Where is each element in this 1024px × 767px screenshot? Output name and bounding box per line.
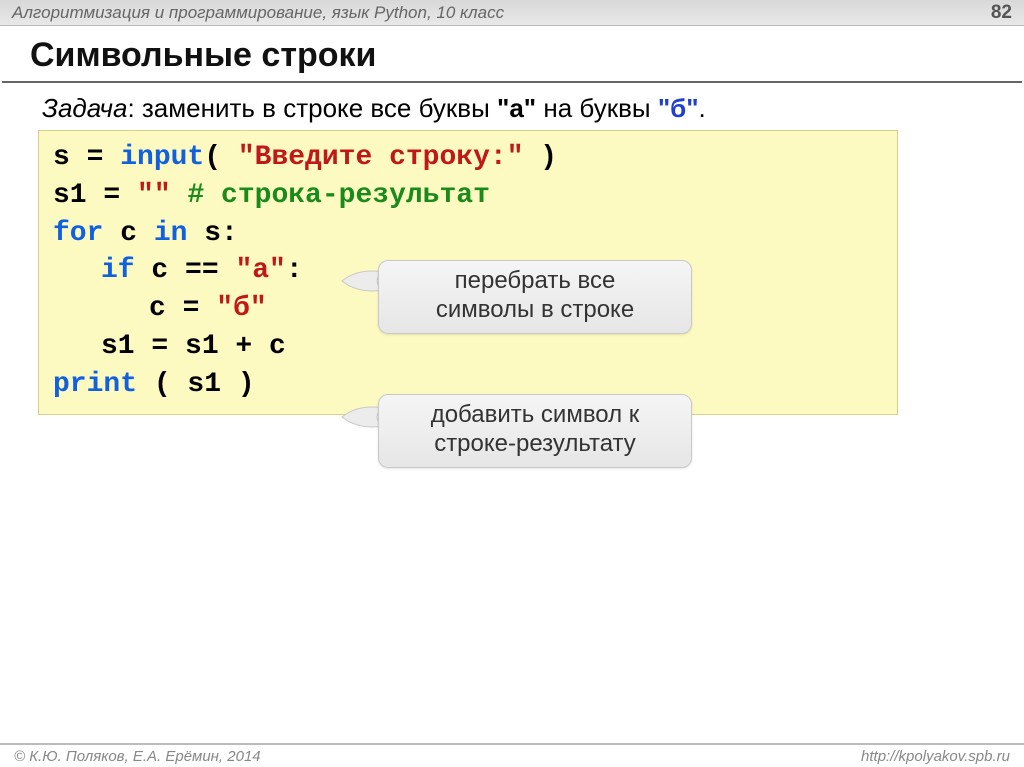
task-text-1: : заменить в строке все буквы [127,93,497,123]
task-literal-b: "б" [658,93,699,123]
callout-1: перебрать все символы в строке [378,260,692,334]
task-text-2: на буквы [536,93,658,123]
course-title: Алгоритмизация и программирование, язык … [12,3,504,23]
content-area: s = input( "Введите строку:" ) s1 = "" #… [0,130,1024,415]
task-label: Задача [42,93,127,123]
footer-url: http://kpolyakov.spb.ru [861,748,1010,765]
footer: © К.Ю. Поляков, Е.А. Ерёмин, 2014 http:/… [0,743,1024,767]
callout-2-line-1: добавить символ к [399,401,671,430]
callout-2: добавить символ к строке-результату [378,394,692,468]
footer-copyright: © К.Ю. Поляков, Е.А. Ерёмин, 2014 [14,748,261,765]
slide-title: Символьные строки [2,26,1022,83]
code-line-2: s1 = "" # строка-результат [53,177,883,215]
task-line: Задача: заменить в строке все буквы "а" … [0,93,1024,130]
callout-arrow-1 [340,268,380,292]
header-bar: Алгоритмизация и программирование, язык … [0,0,1024,26]
callout-2-line-2: строке-результату [399,430,671,459]
callout-arrow-2 [340,404,380,428]
callout-1-line-1: перебрать все [399,267,671,296]
code-line-3: for c in s: [53,215,883,253]
code-line-6: s1 = s1 + c [53,328,883,366]
code-line-1: s = input( "Введите строку:" ) [53,139,883,177]
task-literal-a: "а" [497,93,536,123]
task-text-3: . [699,93,706,123]
page-number: 82 [991,2,1012,24]
callout-1-line-2: символы в строке [399,296,671,325]
